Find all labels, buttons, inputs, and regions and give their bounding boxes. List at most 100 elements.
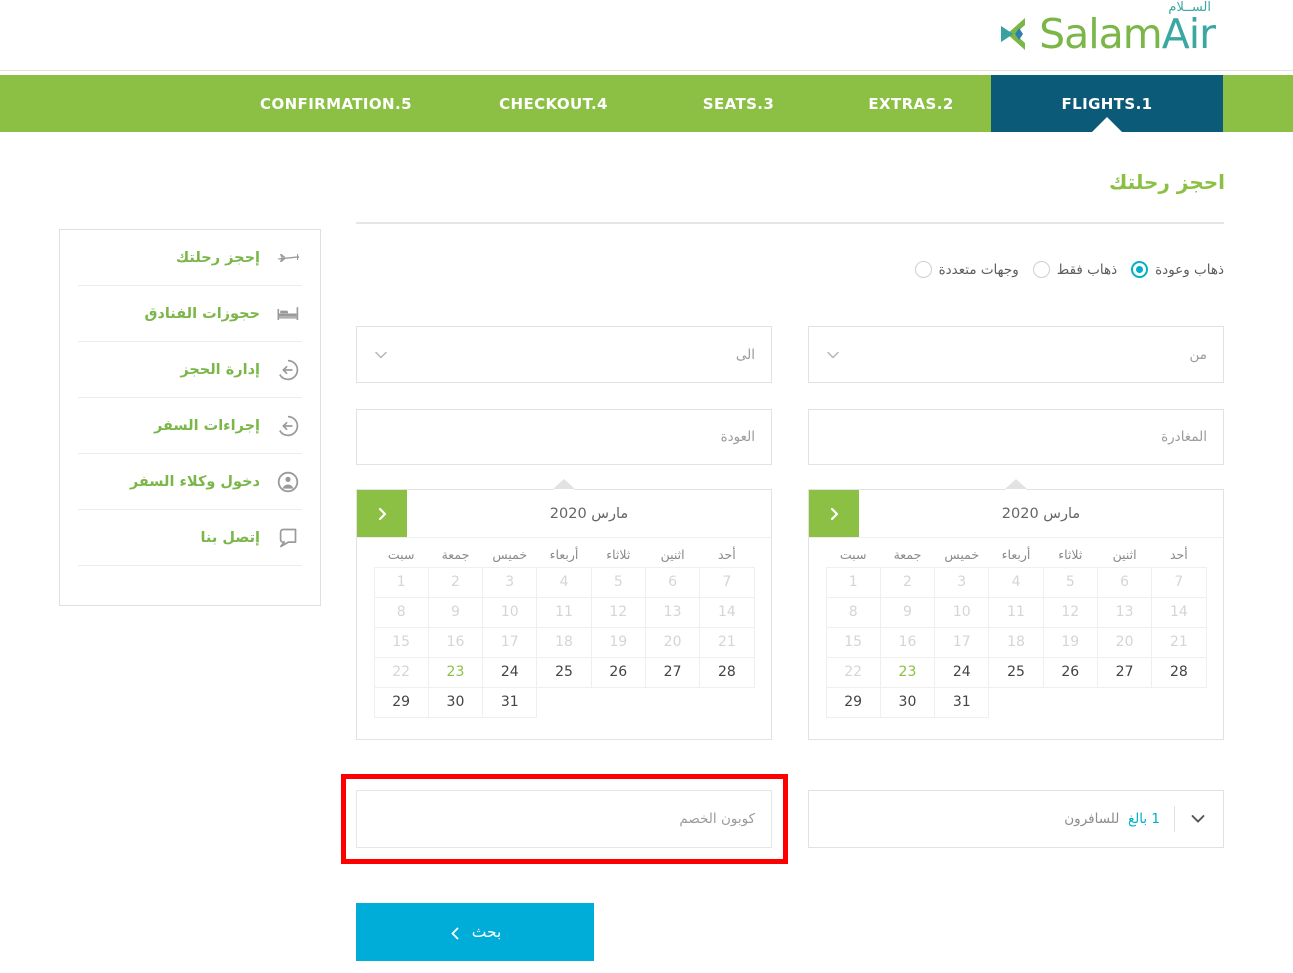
calendar-day-cell: 8 — [825, 596, 881, 628]
chevron-down-icon — [825, 347, 841, 363]
calendar-day-cell: 1 — [373, 566, 429, 598]
calendar-week-row: 21 20 19 18 17 16 15 — [825, 626, 1207, 658]
tab-flights[interactable]: FLIGHTS.1 — [991, 75, 1223, 132]
passengers-divider — [1174, 806, 1175, 832]
return-calendar-next-month-button[interactable] — [357, 490, 407, 537]
sidebar-item-manage-booking[interactable]: إدارة الحجز — [78, 342, 302, 398]
trip-type-multi-city[interactable]: وجهات متعددة — [914, 261, 1019, 278]
calendar-cell-empty — [645, 687, 700, 718]
calendar-day-cell[interactable]: 24 — [482, 656, 538, 688]
passengers-select[interactable]: 1 بالغ للسافرون — [808, 790, 1224, 848]
booking-steps-tabbar: FLIGHTS.1 EXTRAS.2 SEATS.3 CHECKOUT.4 CO… — [0, 75, 1293, 132]
sidebar-item-hotel-bookings-label: حجوزات الفنادق — [144, 305, 260, 322]
trip-type-round-trip-radio[interactable] — [1131, 261, 1149, 278]
sidebar-item-contact-us[interactable]: إتصل بنا — [78, 510, 302, 566]
return-calendar-header: مارس 2020 — [357, 490, 771, 538]
origin-select[interactable]: من — [808, 326, 1224, 383]
flight-search-form: ذهاب وعودة ذهاب فقط وجهات متعددة من المغ… — [341, 222, 1224, 962]
sidebar-item-agent-login[interactable]: دخول وكلاء السفر — [78, 454, 302, 510]
dayname: أحد — [1169, 547, 1188, 562]
trip-type-multi-city-radio[interactable] — [914, 261, 932, 278]
check-in-icon — [274, 412, 302, 440]
calendar-day-cell: 3 — [934, 566, 990, 598]
dayname: اثنين — [660, 547, 685, 562]
calendar-day-cell[interactable]: 26 — [1042, 656, 1098, 688]
bed-icon — [274, 300, 302, 328]
calendar-day-cell: 19 — [590, 626, 646, 658]
calendar-day-cell[interactable]: 27 — [1096, 656, 1153, 688]
salamair-logo[interactable]: SalamAir الســلام — [995, 1, 1216, 60]
sidebar-item-contact-us-label: إتصل بنا — [200, 529, 260, 546]
departure-calendar-header: مارس 2020 — [809, 490, 1223, 538]
calendar-day-cell: 20 — [644, 626, 701, 658]
calendar-day-cell[interactable]: 28 — [1151, 656, 1207, 688]
dayname: أربعاء — [1001, 547, 1031, 562]
sidebar-item-check-in[interactable]: إجراءات السفر — [78, 398, 302, 454]
calendar-day-cell[interactable]: 29 — [825, 686, 881, 718]
calendar-day-cell: 21 — [1151, 626, 1207, 658]
calendar-week-row: 28 27 26 25 24 23 22 — [825, 656, 1207, 688]
calendar-cell-empty — [699, 687, 754, 718]
calendar-day-cell: 13 — [644, 596, 701, 628]
calendar-day-cell[interactable]: 23 — [879, 656, 936, 688]
calendar-day-cell[interactable]: 30 — [427, 686, 484, 718]
calendar-day-cell[interactable]: 25 — [536, 656, 592, 688]
return-date-input[interactable]: العودة — [356, 409, 772, 465]
active-tab-notch-icon — [1092, 117, 1122, 132]
trip-type-one-way-label: ذهاب فقط — [1056, 261, 1118, 278]
calendar-day-cell: 17 — [482, 626, 538, 658]
calendar-week-row: 14 13 12 11 10 9 8 — [825, 596, 1207, 628]
search-button[interactable]: بحث — [356, 903, 594, 961]
calendar-day-cell[interactable]: 23 — [427, 656, 484, 688]
calendar-day-cell[interactable]: 25 — [988, 656, 1044, 688]
sidebar-menu: إحجز رحلتك حجوزات الفنادق إدارة الحجز إج… — [59, 229, 321, 606]
tab-checkout[interactable]: CHECKOUT.4 — [461, 75, 646, 132]
passengers-label: للسافرون — [1064, 811, 1120, 827]
calendar-day-cell: 5 — [590, 566, 646, 598]
dayname: سبت — [839, 547, 867, 562]
trip-type-one-way-radio[interactable] — [1032, 261, 1050, 278]
calendar-day-cell[interactable]: 30 — [879, 686, 936, 718]
departure-calendar-next-month-button[interactable] — [809, 490, 859, 537]
calendar-day-cell[interactable]: 31 — [482, 686, 538, 718]
calendar-day-cell[interactable]: 27 — [644, 656, 701, 688]
calendar-day-cell: 10 — [482, 596, 538, 628]
plane-icon — [274, 244, 302, 272]
calendar-day-cell[interactable]: 26 — [590, 656, 646, 688]
sidebar-item-book-flight[interactable]: إحجز رحلتك — [78, 230, 302, 286]
manage-booking-icon — [274, 356, 302, 384]
calendar-day-cell[interactable]: 31 — [934, 686, 990, 718]
sidebar-item-hotel-bookings[interactable]: حجوزات الفنادق — [78, 286, 302, 342]
calendar-day-cell[interactable]: 29 — [373, 686, 429, 718]
calendar-day-cell: 16 — [879, 626, 936, 658]
tab-extras[interactable]: EXTRAS.2 — [831, 75, 991, 132]
destination-select[interactable]: الى — [356, 326, 772, 383]
calendar-week-row: 31 30 29 — [373, 686, 754, 718]
departure-calendar-daynames: أحد اثنين ثلاثاء أربعاء خميس جمعة سبت — [809, 538, 1223, 567]
coupon-input[interactable]: كوبون الخصم — [356, 790, 772, 848]
trip-type-one-way[interactable]: ذهاب فقط — [1032, 261, 1118, 278]
return-date-placeholder: العودة — [720, 429, 755, 445]
return-calendar-wrapper: مارس 2020 أحد اثنين ثلاثاء أربعاء خميس ج… — [356, 479, 772, 740]
departure-date-input[interactable]: المغادرة — [808, 409, 1224, 465]
tab-extras-label: EXTRAS.2 — [868, 94, 954, 113]
calendar-day-cell[interactable]: 28 — [699, 656, 755, 688]
trip-type-round-trip[interactable]: ذهاب وعودة — [1131, 261, 1224, 278]
calendar-cell-empty — [536, 687, 591, 718]
calendar-week-row: 21 20 19 18 17 16 15 — [373, 626, 755, 658]
departure-calendar-grid: 7 6 5 4 3 2 1 14 13 12 11 10 9 8 21 20 19 18 17 16 15 28 27 26 2… — [809, 566, 1223, 718]
salamair-wordmark: SalamAir الســلام — [1039, 1, 1216, 55]
trip-type-group: ذهاب وعودة ذهاب فقط وجهات متعددة — [914, 261, 1224, 278]
calendar-day-cell: 17 — [934, 626, 990, 658]
chevron-left-icon — [449, 926, 462, 939]
calendar-day-cell: 18 — [988, 626, 1044, 658]
calendar-week-row: 7654321 — [825, 566, 1207, 598]
tab-confirmation-label: CONFIRMATION.5 — [260, 94, 412, 113]
calendar-day-cell: 8 — [373, 596, 429, 628]
logo-air-text: Air — [1161, 9, 1216, 58]
sidebar-item-agent-login-label: دخول وكلاء السفر — [129, 473, 260, 490]
tab-seats[interactable]: SEATS.3 — [646, 75, 831, 132]
calendar-day-cell[interactable]: 24 — [934, 656, 990, 688]
departure-calendar: مارس 2020 أحد اثنين ثلاثاء أربعاء خميس ج… — [808, 489, 1224, 740]
tab-confirmation[interactable]: CONFIRMATION.5 — [211, 75, 461, 132]
